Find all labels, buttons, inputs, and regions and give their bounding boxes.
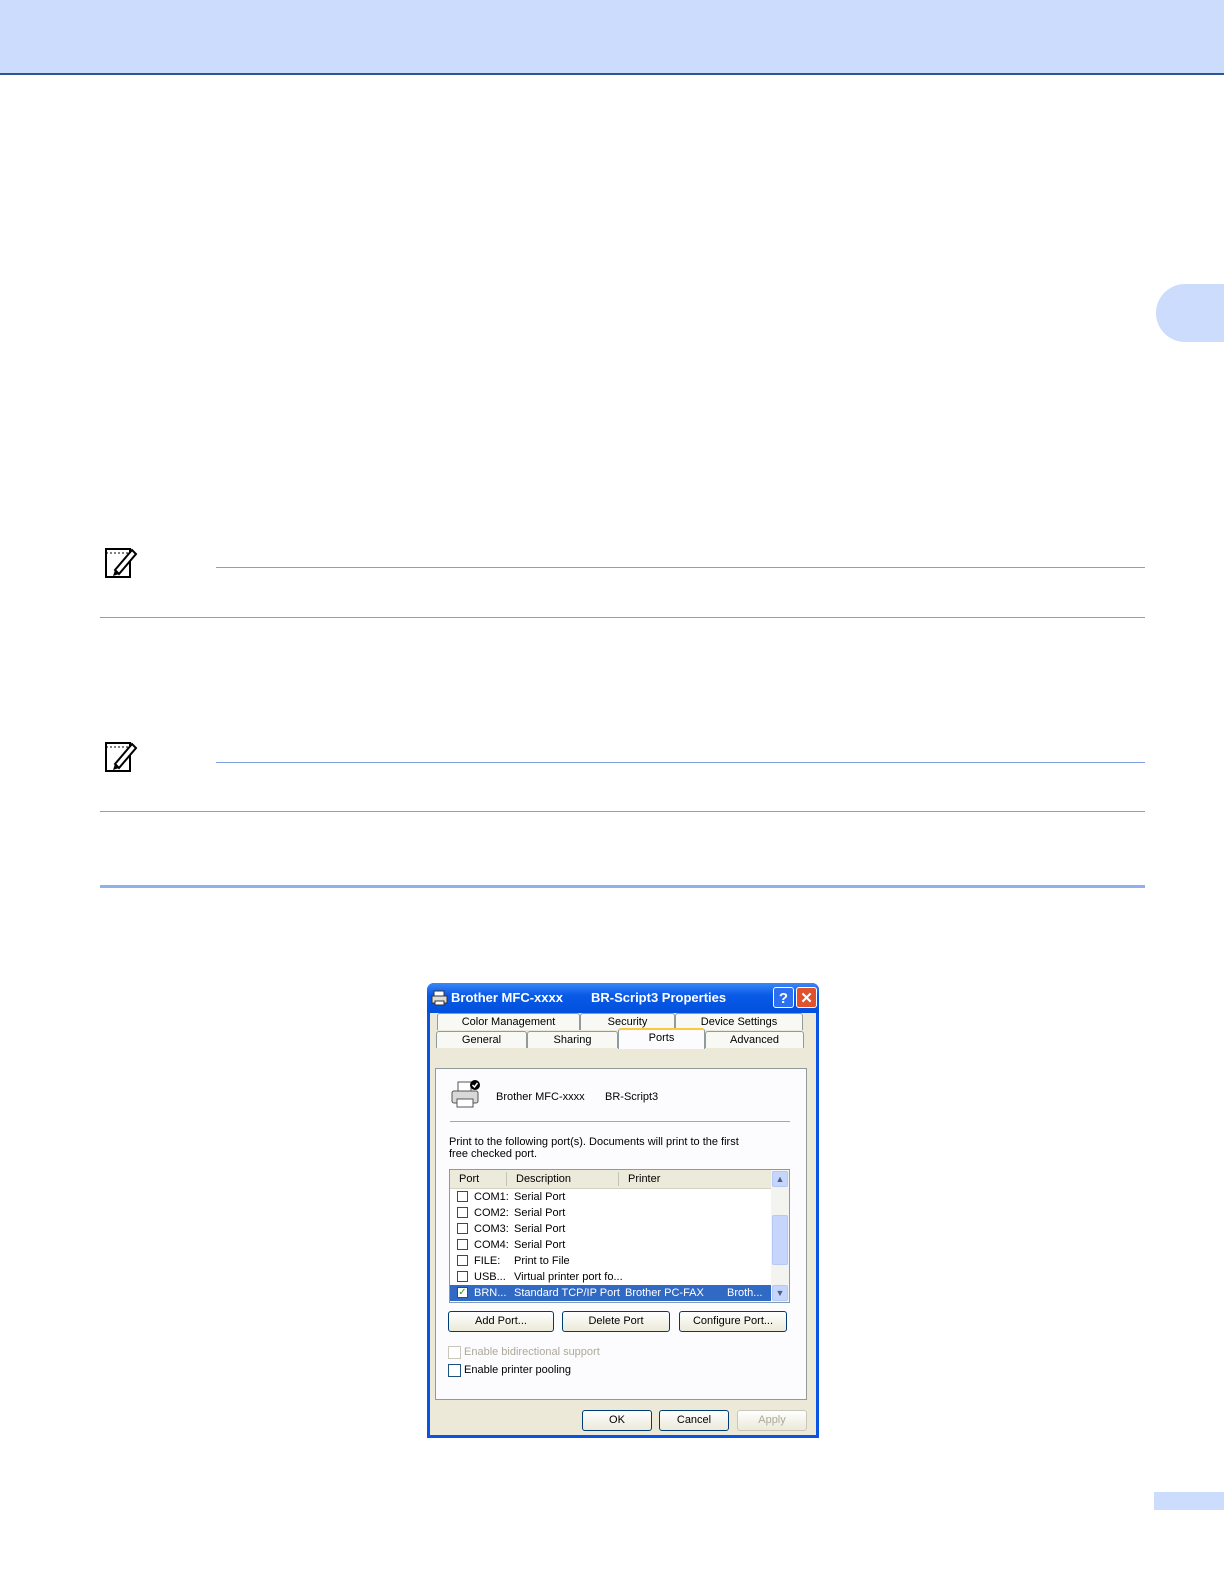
port-checkbox[interactable]	[457, 1191, 468, 1202]
printer-properties-dialog: Brother MFC-xxxx BR-Script3 Properties ?…	[427, 983, 819, 1438]
printer-driver: BR-Script3	[605, 1091, 659, 1103]
port-description: Serial Port	[514, 1191, 566, 1203]
tab-advanced[interactable]: Advanced	[705, 1031, 804, 1048]
page-number-tab	[1154, 1492, 1224, 1510]
port-instruction: Print to the following port(s). Document…	[449, 1136, 739, 1160]
port-description: Serial Port	[514, 1223, 566, 1235]
header-band	[0, 0, 1224, 75]
configure-port-button[interactable]: Configure Port...	[679, 1311, 787, 1332]
port-name: COM4:	[474, 1239, 509, 1251]
note-icon	[103, 738, 139, 774]
printer-name: Brother MFC-xxxx	[496, 1091, 585, 1103]
pooling-checkbox[interactable]	[448, 1364, 461, 1377]
printer-icon	[431, 990, 448, 1006]
scroll-up-icon[interactable]: ▲	[772, 1171, 788, 1187]
port-list-scrollbar[interactable]: ▲ ▼	[771, 1170, 789, 1302]
tab-general[interactable]: General	[436, 1031, 527, 1048]
column-description[interactable]: Description	[516, 1173, 571, 1185]
port-name: COM1:	[474, 1191, 509, 1203]
section-rule	[100, 885, 1145, 888]
dialog-titlebar[interactable]: Brother MFC-xxxx BR-Script3 Properties ?…	[427, 983, 819, 1013]
tab-ports[interactable]: Ports	[618, 1028, 705, 1049]
port-list-header: Port Description Printer	[450, 1170, 771, 1189]
port-checkbox[interactable]	[457, 1271, 468, 1282]
port-list[interactable]: Port Description Printer COM1: Serial Po…	[449, 1169, 790, 1303]
port-name: FILE:	[474, 1255, 501, 1267]
note-bottom-rule	[100, 811, 1145, 812]
bidirectional-label: Enable bidirectional support	[464, 1346, 600, 1358]
table-row[interactable]: COM1: Serial Port	[450, 1189, 771, 1205]
table-row[interactable]: COM3: Serial Port	[450, 1221, 771, 1237]
note-bottom-rule	[100, 617, 1145, 618]
port-description: Print to File	[514, 1255, 570, 1267]
dialog-client: Color Management Security Device Setting…	[430, 1013, 816, 1435]
note-top-rule	[216, 762, 1145, 763]
tab-color-management[interactable]: Color Management	[437, 1013, 580, 1030]
delete-port-button[interactable]: Delete Port	[562, 1311, 670, 1332]
bidirectional-checkbox[interactable]	[448, 1346, 461, 1359]
note-icon	[103, 544, 139, 580]
apply-button[interactable]: Apply	[737, 1410, 807, 1431]
port-printer-extra: Broth...	[727, 1287, 763, 1299]
port-name: COM2:	[474, 1207, 509, 1219]
note-top-rule	[216, 567, 1145, 568]
scroll-down-icon[interactable]: ▼	[772, 1285, 788, 1301]
cancel-button[interactable]: Cancel	[659, 1410, 729, 1431]
port-name: COM3:	[474, 1223, 509, 1235]
ok-button[interactable]: OK	[582, 1410, 652, 1431]
ports-panel: Brother MFC-xxxx BR-Script3 Print to the…	[435, 1068, 807, 1400]
close-button[interactable]: ✕	[796, 987, 817, 1008]
port-checkbox[interactable]	[457, 1255, 468, 1266]
add-port-button[interactable]: Add Port...	[448, 1311, 554, 1332]
scroll-thumb[interactable]	[772, 1215, 788, 1265]
help-button[interactable]: ?	[773, 987, 794, 1008]
port-printer: Brother PC-FAX	[625, 1287, 704, 1299]
table-row[interactable]: COM4: Serial Port	[450, 1237, 771, 1253]
dialog-title-properties: BR-Script3 Properties	[591, 990, 727, 1005]
table-row[interactable]: USB... Virtual printer port fo...	[450, 1269, 771, 1285]
tab-sharing[interactable]: Sharing	[527, 1031, 618, 1048]
column-port[interactable]: Port	[459, 1173, 479, 1185]
port-description: Standard TCP/IP Port	[514, 1287, 620, 1299]
separator	[450, 1121, 790, 1122]
port-checkbox[interactable]	[457, 1239, 468, 1250]
table-row[interactable]: FILE: Print to File	[450, 1253, 771, 1269]
port-checkbox[interactable]	[457, 1207, 468, 1218]
port-name: USB...	[474, 1271, 506, 1283]
pooling-label: Enable printer pooling	[464, 1364, 572, 1376]
table-row-selected[interactable]: ✓ BRN... Standard TCP/IP Port Brother PC…	[450, 1285, 771, 1301]
port-description: Serial Port	[514, 1207, 566, 1219]
port-checkbox-checked[interactable]: ✓	[457, 1287, 468, 1298]
table-row[interactable]: COM2: Serial Port	[450, 1205, 771, 1221]
port-name: BRN...	[474, 1287, 507, 1299]
port-checkbox[interactable]	[457, 1223, 468, 1234]
port-description: Serial Port	[514, 1239, 566, 1251]
port-description: Virtual printer port fo...	[514, 1271, 623, 1283]
dialog-title-printer: Brother MFC-xxxx	[451, 990, 563, 1005]
printer-icon	[451, 1080, 480, 1108]
column-printer[interactable]: Printer	[628, 1173, 660, 1185]
chapter-tab	[1156, 284, 1224, 342]
